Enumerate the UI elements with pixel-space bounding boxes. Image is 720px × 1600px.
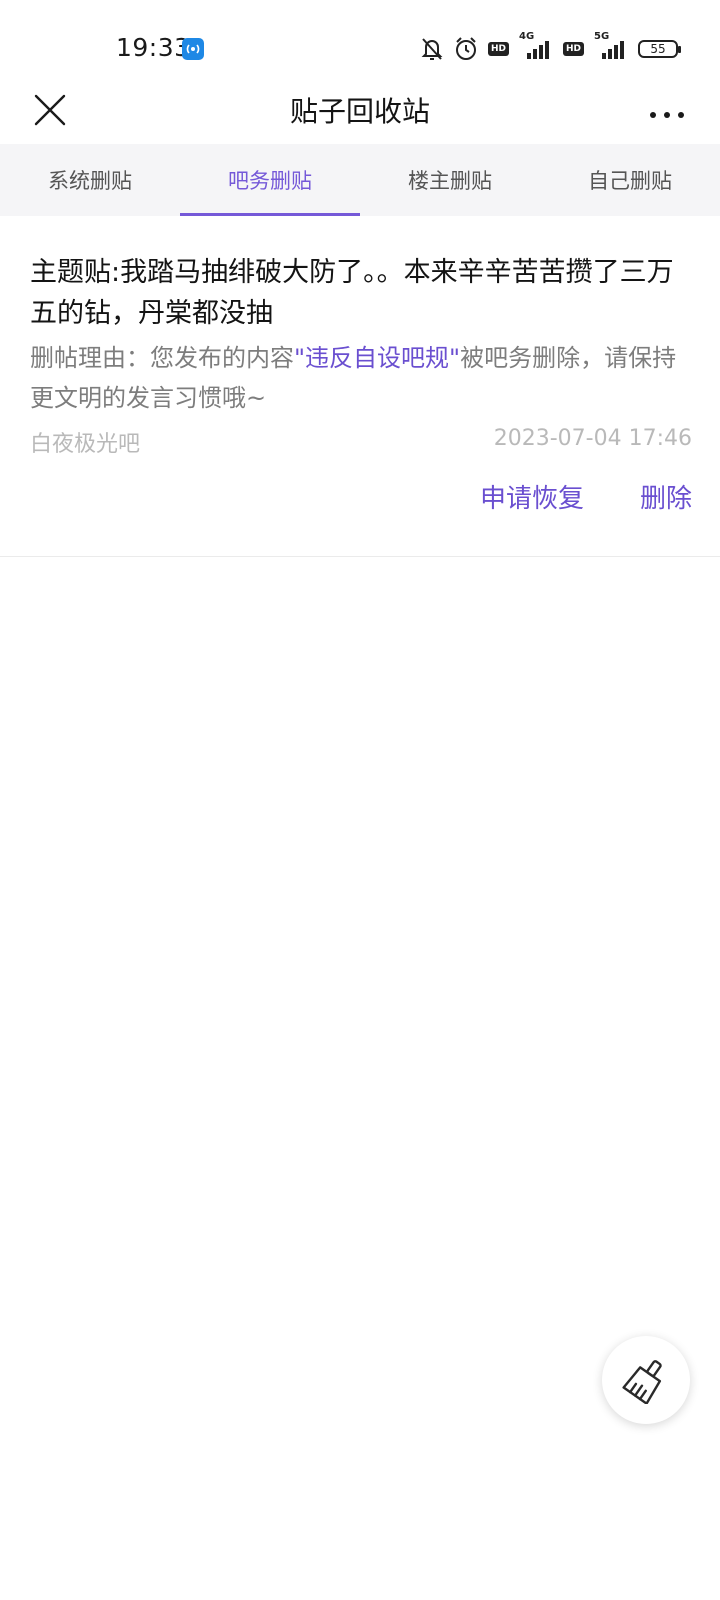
alarm-icon [454,36,478,62]
mute-bell-icon [420,36,444,62]
rule-link[interactable]: "违反自设吧规" [294,344,460,372]
signal-5g-icon: 5G [594,31,628,61]
status-icons: HD 4G HD 5G 55 [420,31,682,65]
status-bar: 19:33 HD 4G HD 5G 55 [0,0,720,80]
page-title: 贴子回收站 [289,95,430,128]
restore-button[interactable]: 申请恢复 [480,478,584,515]
hd-icon: HD [563,42,585,56]
reason-prefix: 删帖理由：您发布的内容 [30,344,294,372]
forum-name: 白夜极光吧 [30,432,141,457]
more-button[interactable] [642,90,692,130]
post-title[interactable]: 主题贴:我踏马抽绯破大防了。。本来辛辛苦苦攒了三万五的钻，丹棠都没抽 [30,252,694,334]
tab-self-deleted[interactable]: 自己删贴 [540,144,720,216]
more-icon [650,112,684,118]
battery-icon: 55 [638,40,682,58]
broom-icon [622,1360,662,1404]
tab-bar: 系统删贴 吧务删贴 楼主删贴 自己删贴 [0,144,720,216]
hotspot-icon [182,38,204,60]
clear-all-button[interactable] [602,1336,690,1424]
nav-bar: 贴子回收站 [0,80,720,144]
delete-button[interactable]: 删除 [640,478,692,515]
status-time: 19:33 [116,33,191,62]
tab-system-deleted[interactable]: 系统删贴 [0,144,180,216]
tab-owner-deleted[interactable]: 楼主删贴 [360,144,540,216]
delete-reason: 删帖理由：您发布的内容"违反自设吧规"被吧务删除，请保持更文明的发言习惯哦~ [30,338,694,418]
post-actions: 申请恢复 删除 [480,478,692,515]
deleted-post-item: 主题贴:我踏马抽绯破大防了。。本来辛辛苦苦攒了三万五的钻，丹棠都没抽 删帖理由：… [0,216,720,557]
post-timestamp: 2023-07-04 17:46 [493,426,692,451]
tab-admin-deleted[interactable]: 吧务删贴 [180,144,360,216]
signal-4g-icon: 4G [519,31,553,61]
hd-icon: HD [488,42,510,56]
